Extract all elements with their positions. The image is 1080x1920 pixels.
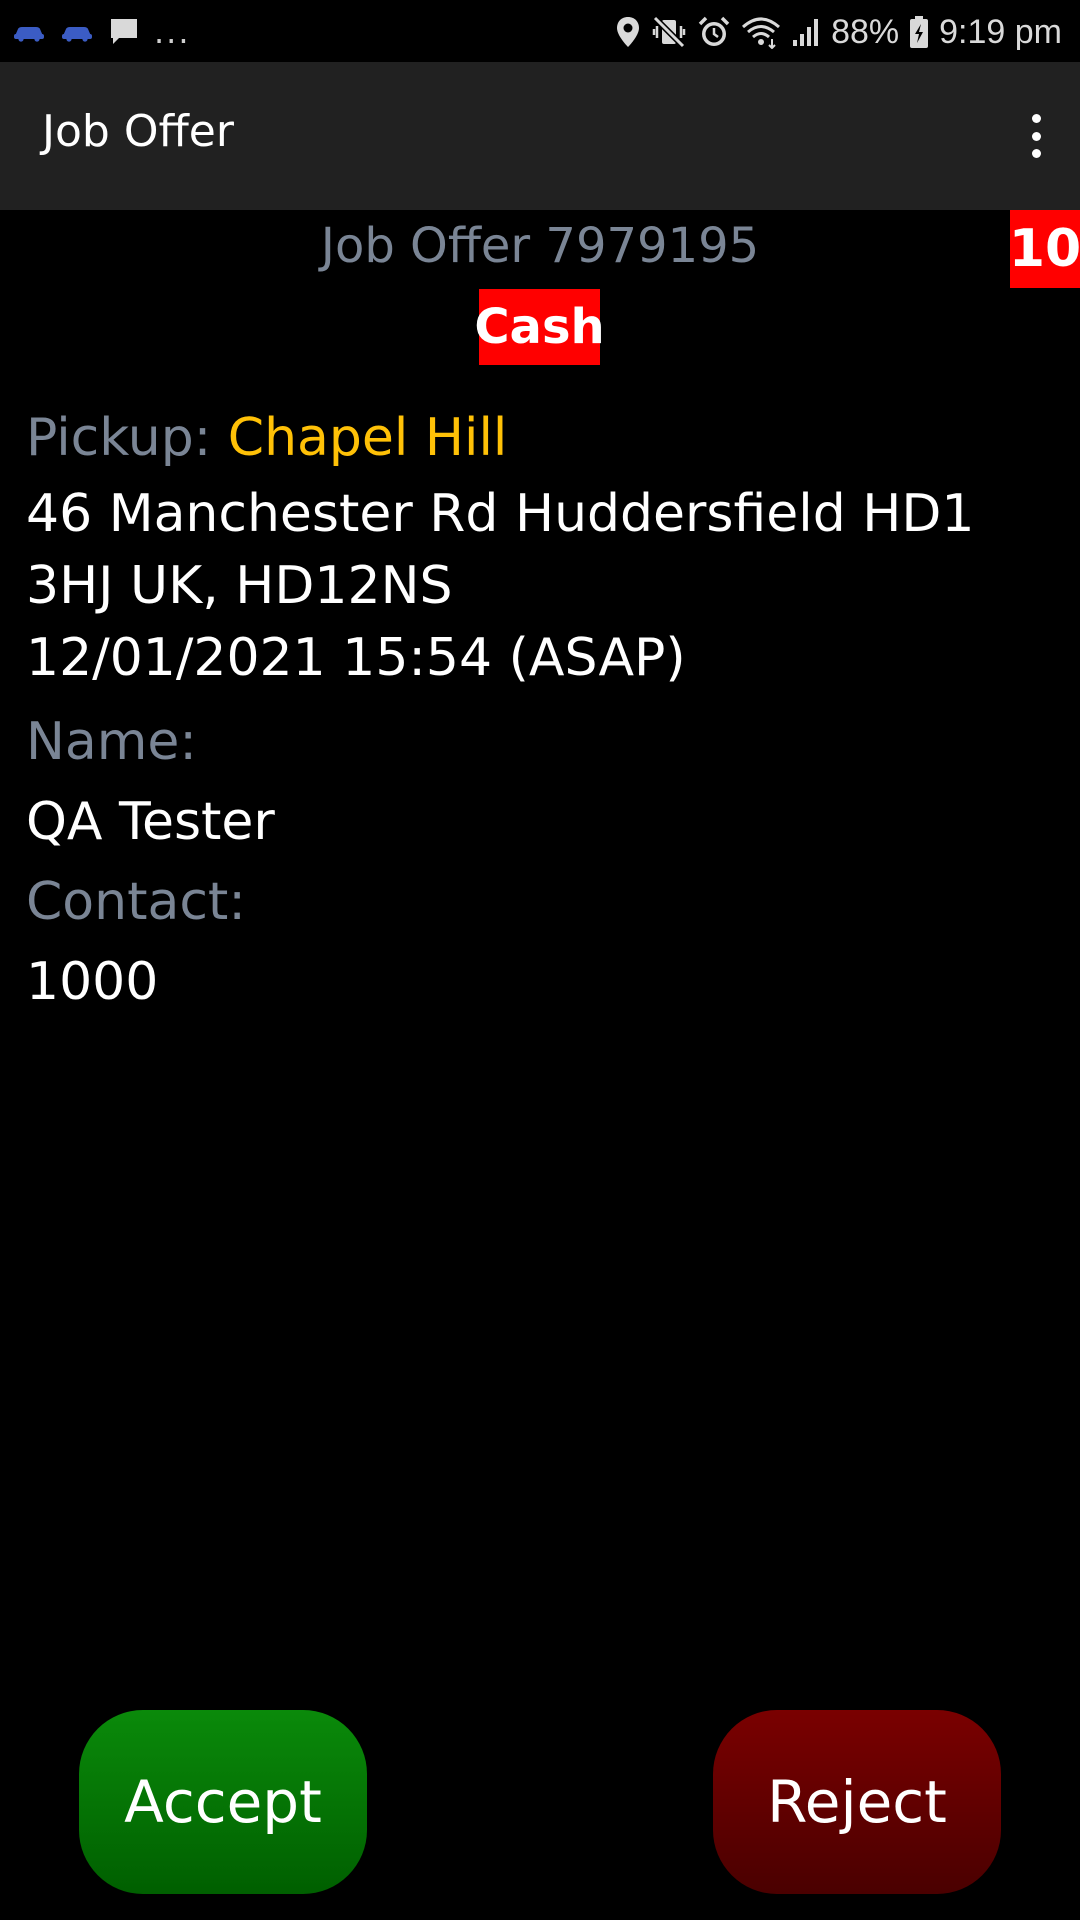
- address-line-2: 3HJ UK, HD12NS: [26, 556, 453, 616]
- alarm-icon: [697, 15, 731, 49]
- accept-button[interactable]: Accept: [79, 1710, 367, 1894]
- more-vertical-icon[interactable]: [1016, 108, 1056, 164]
- battery-icon: [909, 15, 929, 49]
- reject-button[interactable]: Reject: [713, 1710, 1001, 1894]
- address-line-1: 46 Manchester Rd Huddersfield HD1: [26, 484, 975, 544]
- app-bar: Job Offer: [0, 62, 1080, 210]
- pickup-label: Pickup:: [26, 408, 212, 468]
- pickup-address: 46 Manchester Rd Huddersfield HD1 3HJ UK…: [26, 478, 1056, 694]
- signal-icon: [791, 16, 821, 48]
- notification-icons: ...: [12, 12, 191, 52]
- name-label: Name:: [26, 712, 197, 772]
- customer-name: QA Tester: [26, 792, 275, 852]
- battery-percentage: 88%: [831, 12, 900, 51]
- job-offer-header: Job Offer 7979195: [320, 218, 760, 274]
- wifi-icon: [741, 15, 781, 49]
- taxi-icon: [60, 22, 94, 42]
- taxi-icon: [12, 22, 46, 42]
- message-icon: [108, 16, 140, 48]
- job-details: Pickup: Chapel Hill 46 Manchester Rd Hud…: [26, 400, 1056, 1018]
- location-icon: [615, 15, 641, 49]
- app-title: Job Offer: [42, 106, 234, 157]
- contact-value: 1000: [26, 952, 159, 1012]
- system-icons: 88% 9:19 pm: [615, 10, 1062, 54]
- clock: 9:19 pm: [939, 12, 1062, 51]
- more-notifications: ...: [154, 13, 191, 51]
- status-bar: ... 88% 9:19 pm: [0, 0, 1080, 62]
- payment-method-badge: Cash: [474, 289, 605, 365]
- vibrate-mute-icon: [651, 15, 687, 49]
- countdown-badge: 10: [1009, 210, 1080, 288]
- pickup-row: Pickup: Chapel Hill: [26, 400, 1056, 476]
- contact-label: Contact:: [26, 872, 246, 932]
- pickup-name: Chapel Hill: [227, 408, 508, 468]
- pickup-datetime: 12/01/2021 15:54 (ASAP): [26, 628, 686, 688]
